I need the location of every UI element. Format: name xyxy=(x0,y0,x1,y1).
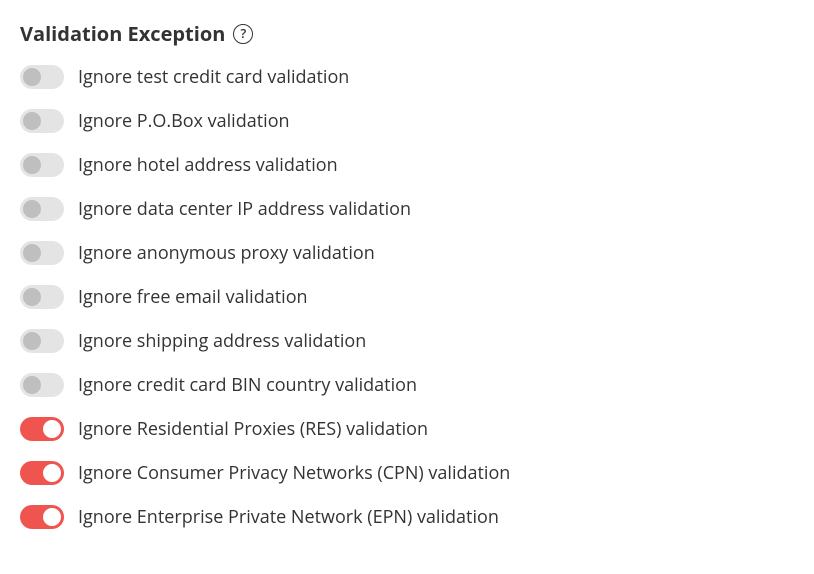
toggle-switch[interactable] xyxy=(20,285,64,309)
toggle-knob xyxy=(23,376,41,394)
toggle-switch[interactable] xyxy=(20,461,64,485)
toggle-knob xyxy=(43,420,61,438)
toggle-knob xyxy=(23,244,41,262)
toggle-knob xyxy=(23,68,41,86)
help-icon[interactable]: ? xyxy=(233,24,253,44)
toggle-knob xyxy=(23,332,41,350)
toggle-row: Ignore free email validation xyxy=(20,285,794,309)
toggle-switch[interactable] xyxy=(20,109,64,133)
section-title: Validation Exception xyxy=(20,20,225,47)
toggle-knob xyxy=(23,200,41,218)
toggle-list: Ignore test credit card validation Ignore… xyxy=(20,65,794,529)
toggle-label: Ignore Consumer Privacy Networks (CPN) v… xyxy=(78,461,510,485)
toggle-switch[interactable] xyxy=(20,329,64,353)
toggle-row: Ignore Enterprise Private Network (EPN) … xyxy=(20,505,794,529)
toggle-label: Ignore anonymous proxy validation xyxy=(78,241,375,265)
toggle-knob xyxy=(23,112,41,130)
toggle-label: Ignore Enterprise Private Network (EPN) … xyxy=(78,505,499,529)
toggle-row: Ignore Consumer Privacy Networks (CPN) v… xyxy=(20,461,794,485)
toggle-knob xyxy=(23,156,41,174)
toggle-switch[interactable] xyxy=(20,197,64,221)
toggle-switch[interactable] xyxy=(20,505,64,529)
toggle-label: Ignore shipping address validation xyxy=(78,329,366,353)
toggle-knob xyxy=(43,464,61,482)
toggle-row: Ignore anonymous proxy validation xyxy=(20,241,794,265)
toggle-row: Ignore hotel address validation xyxy=(20,153,794,177)
toggle-label: Ignore P.O.Box validation xyxy=(78,109,290,133)
toggle-row: Ignore P.O.Box validation xyxy=(20,109,794,133)
toggle-switch[interactable] xyxy=(20,65,64,89)
toggle-label: Ignore hotel address validation xyxy=(78,153,338,177)
toggle-label: Ignore Residential Proxies (RES) validat… xyxy=(78,417,428,441)
toggle-knob xyxy=(43,508,61,526)
toggle-row: Ignore test credit card validation xyxy=(20,65,794,89)
toggle-row: Ignore data center IP address validation xyxy=(20,197,794,221)
toggle-label: Ignore free email validation xyxy=(78,285,308,309)
toggle-row: Ignore shipping address validation xyxy=(20,329,794,353)
toggle-label: Ignore credit card BIN country validatio… xyxy=(78,373,417,397)
toggle-switch[interactable] xyxy=(20,241,64,265)
toggle-knob xyxy=(23,288,41,306)
toggle-label: Ignore test credit card validation xyxy=(78,65,349,89)
section-header: Validation Exception ? xyxy=(20,20,794,47)
toggle-switch[interactable] xyxy=(20,373,64,397)
toggle-row: Ignore Residential Proxies (RES) validat… xyxy=(20,417,794,441)
toggle-switch[interactable] xyxy=(20,153,64,177)
toggle-switch[interactable] xyxy=(20,417,64,441)
toggle-label: Ignore data center IP address validation xyxy=(78,197,411,221)
toggle-row: Ignore credit card BIN country validatio… xyxy=(20,373,794,397)
